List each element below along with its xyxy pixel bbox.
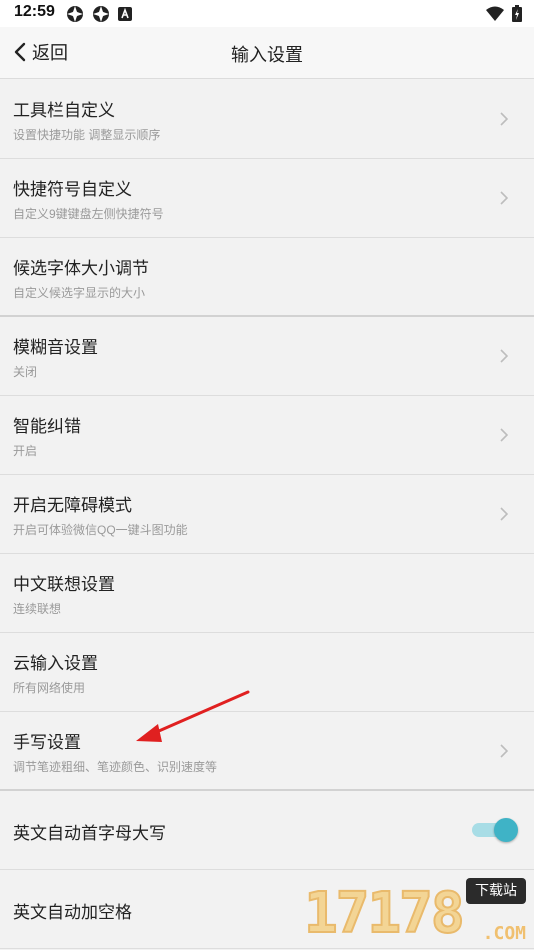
status-time: 12:59 <box>14 3 55 20</box>
setting-subtitle: 开启 <box>13 444 38 458</box>
watermark-badge: 下载站 <box>466 878 526 904</box>
setting-title: 英文自动加空格 <box>13 903 132 922</box>
setting-candidate-font-size[interactable]: 候选字体大小调节 自定义候选字显示的大小 <box>0 238 534 317</box>
setting-cloud-input[interactable]: 云输入设置 所有网络使用 <box>0 633 534 712</box>
site-watermark-logo: 17178 下载站 .COM <box>303 878 534 950</box>
setting-subtitle: 调节笔迹粗细、笔迹颜色、识别速度等 <box>13 760 218 774</box>
setting-subtitle: 自定义候选字显示的大小 <box>13 286 146 300</box>
wifi-icon <box>486 6 504 21</box>
setting-chinese-association[interactable]: 中文联想设置 连续联想 <box>0 554 534 633</box>
setting-fuzzy-pinyin[interactable]: 模糊音设置 关闭 <box>0 317 534 396</box>
setting-title: 工具栏自定义 <box>13 101 115 120</box>
chevron-right-icon <box>500 112 508 126</box>
setting-title: 快捷符号自定义 <box>13 180 132 199</box>
chevron-right-icon <box>500 428 508 442</box>
setting-title: 英文自动首字母大写 <box>13 824 166 843</box>
chevron-right-icon <box>500 507 508 521</box>
chevron-right-icon <box>500 191 508 205</box>
page-title: 输入设置 <box>231 45 303 65</box>
setting-shortcut-symbols[interactable]: 快捷符号自定义 自定义9键键盘左侧快捷符号 <box>0 159 534 238</box>
status-notification-icons <box>66 5 132 23</box>
setting-subtitle: 连续联想 <box>13 602 62 616</box>
settings-list: 工具栏自定义 设置快捷功能 调整显示顺序 快捷符号自定义 自定义9键键盘左侧快捷… <box>0 80 534 949</box>
a-badge-icon <box>118 7 132 21</box>
setting-subtitle: 设置快捷功能 调整显示顺序 <box>13 128 161 142</box>
setting-title: 手写设置 <box>13 733 81 752</box>
setting-title: 候选字体大小调节 <box>13 259 149 278</box>
status-system-icons <box>486 5 522 22</box>
setting-title: 中文联想设置 <box>13 575 115 594</box>
setting-title: 模糊音设置 <box>13 338 98 357</box>
setting-smart-correction[interactable]: 智能纠错 开启 <box>0 396 534 475</box>
setting-subtitle: 自定义9键键盘左侧快捷符号 <box>13 207 164 221</box>
watermark-suffix: .COM <box>482 923 526 944</box>
setting-auto-capitalize[interactable]: 英文自动首字母大写 <box>0 791 534 870</box>
app-notification-icon-2 <box>93 6 109 22</box>
chevron-right-icon <box>500 744 508 758</box>
auto-capitalize-toggle[interactable] <box>472 818 518 842</box>
setting-accessibility-mode[interactable]: 开启无障碍模式 开启可体验微信QQ一键斗图功能 <box>0 475 534 554</box>
setting-title: 开启无障碍模式 <box>13 496 132 515</box>
setting-subtitle: 关闭 <box>13 365 38 379</box>
setting-toolbar-customize[interactable]: 工具栏自定义 设置快捷功能 调整显示顺序 <box>0 80 534 159</box>
nav-bar: 返回 输入设置 <box>0 27 534 79</box>
setting-subtitle: 开启可体验微信QQ一键斗图功能 <box>13 523 188 537</box>
watermark-digits: 17178 <box>303 880 466 947</box>
setting-handwriting[interactable]: 手写设置 调节笔迹粗细、笔迹颜色、识别速度等 <box>0 712 534 791</box>
battery-icon <box>512 5 522 22</box>
setting-title: 智能纠错 <box>13 417 81 436</box>
setting-title: 云输入设置 <box>13 654 98 673</box>
toggle-thumb <box>494 818 518 842</box>
chevron-right-icon <box>500 349 508 363</box>
status-bar: 12:59 <box>0 0 534 27</box>
app-notification-icon <box>67 6 83 22</box>
setting-subtitle: 所有网络使用 <box>13 681 86 695</box>
